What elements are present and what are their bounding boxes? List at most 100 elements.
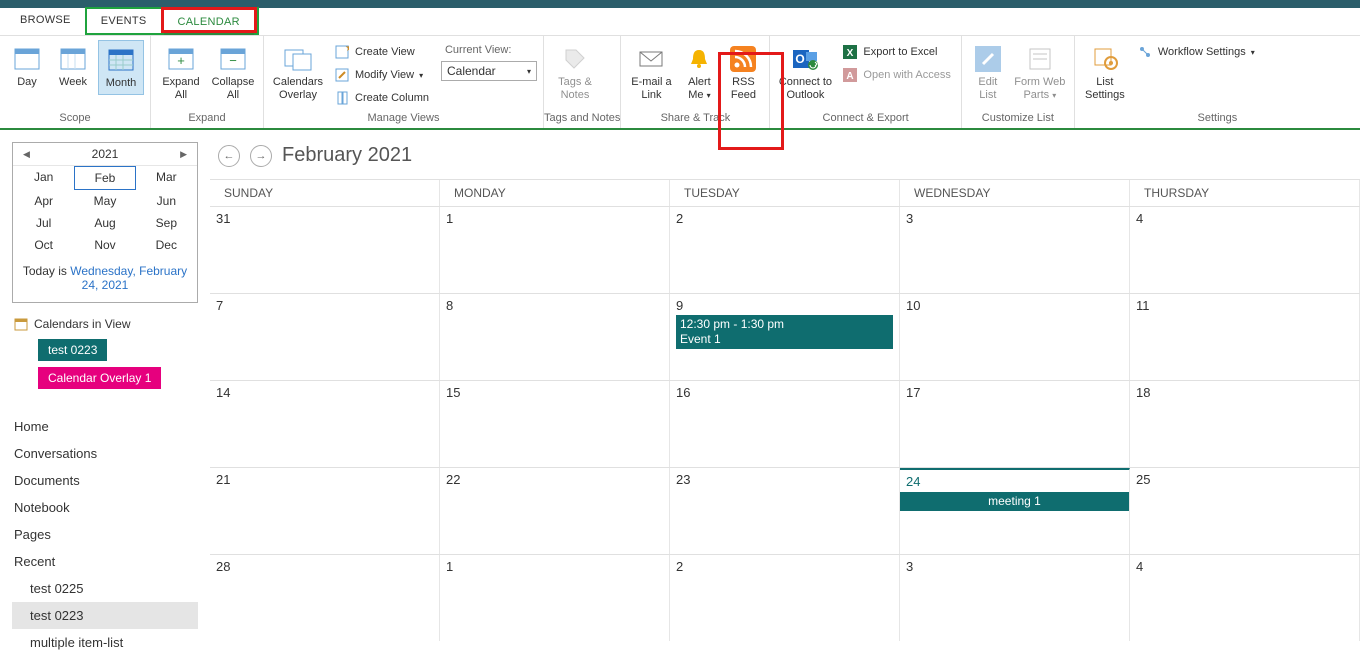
calendar-cell[interactable]: 28 [210,555,440,641]
calendar-cell[interactable]: 25 [1130,468,1360,554]
calendar-cell[interactable]: 24meeting 1 [900,468,1130,554]
month-may[interactable]: May [74,190,135,212]
modify-view[interactable]: Modify View ▾ [330,65,433,85]
calendars-overlay[interactable]: Calendars Overlay [270,40,326,105]
svg-text:★: ★ [345,45,349,54]
edit-list[interactable]: Edit List [968,40,1008,105]
tab-browse[interactable]: BROWSE [6,8,85,35]
month-feb[interactable]: Feb [74,166,135,190]
calendar-cell[interactable]: 18 [1130,381,1360,467]
workflow-settings[interactable]: Workflow Settings ▾ [1133,42,1259,62]
nav-conversations[interactable]: Conversations [12,440,198,467]
group-label-manage: Manage Views [264,110,543,128]
export-excel[interactable]: X Export to Excel [838,42,954,62]
tab-events[interactable]: EVENTS [87,9,161,33]
calendar-cell[interactable]: 2 [670,555,900,641]
calendar-cell[interactable]: 15 [440,381,670,467]
month-oct[interactable]: Oct [13,234,74,256]
month-jun[interactable]: Jun [136,190,197,212]
svg-text:A: A [847,71,854,82]
cal-next[interactable]: → [250,145,272,167]
calendar-cell[interactable]: 22 [440,468,670,554]
calendar-cell[interactable]: 31 [210,207,440,293]
day-number: 8 [446,298,663,313]
nav-sub-item[interactable]: multiple item-list [12,629,198,656]
nav-sub-item[interactable]: test 0223 [12,602,198,629]
month-aug[interactable]: Aug [74,212,135,234]
alert-me[interactable]: Alert Me ▾ [679,40,719,105]
month-mar[interactable]: Mar [136,166,197,190]
calendar-chip-2[interactable]: Calendar Overlay 1 [38,367,161,389]
calendar-cell[interactable]: 4 [1130,207,1360,293]
calendar-event[interactable]: 12:30 pm - 1:30 pmEvent 1 [676,315,893,349]
excel-icon: X [842,44,858,60]
scope-month[interactable]: Month [98,40,144,95]
group-label-tags: Tags and Notes [544,110,620,128]
calendar-cell[interactable]: 23 [670,468,900,554]
calendar-cell[interactable]: 17 [900,381,1130,467]
month-jul[interactable]: Jul [13,212,74,234]
year-label: 2021 [92,147,119,161]
calendar-cell[interactable]: 912:30 pm - 1:30 pmEvent 1 [670,294,900,380]
calendar-cell[interactable]: 11 [1130,294,1360,380]
create-view-icon: ★ [334,44,350,60]
current-view-select[interactable]: Calendar ▾ [441,61,537,81]
day-number: 2 [676,211,893,226]
calendar-cell[interactable]: 14 [210,381,440,467]
day-number: 28 [216,559,433,574]
gear-icon [1090,44,1120,74]
calendar-in-view-icon [14,317,28,331]
day-number: 1 [446,559,663,574]
svg-text:−: − [229,53,237,68]
year-prev[interactable]: ◀ [23,149,30,160]
create-view[interactable]: ★ Create View [330,42,433,62]
year-next[interactable]: ▶ [180,149,187,160]
day-number: 25 [1136,472,1353,487]
nav-pages[interactable]: Pages [12,521,198,548]
calendar-cell[interactable]: 3 [900,207,1130,293]
scope-day[interactable]: Day [6,40,48,93]
calendar-chip-1[interactable]: test 0223 [38,339,107,361]
nav-home[interactable]: Home [12,413,198,440]
cal-prev[interactable]: ← [218,145,240,167]
open-access[interactable]: A Open with Access [838,65,954,85]
month-nov[interactable]: Nov [74,234,135,256]
calendar-cell[interactable]: 1 [440,207,670,293]
overlay-icon [283,44,313,74]
calendar-cell[interactable]: 4 [1130,555,1360,641]
month-jan[interactable]: Jan [13,166,74,190]
nav-notebook[interactable]: Notebook [12,494,198,521]
calendar-cell[interactable]: 1 [440,555,670,641]
scope-week[interactable]: Week [52,40,94,93]
calendar-cell[interactable]: 16 [670,381,900,467]
calendar-week-icon [58,44,88,74]
calendar-cell[interactable]: 10 [900,294,1130,380]
list-settings[interactable]: List Settings [1081,40,1129,105]
email-link[interactable]: E-mail a Link [627,40,675,105]
calendar-cell[interactable]: 3 [900,555,1130,641]
month-apr[interactable]: Apr [13,190,74,212]
connect-to-outlook[interactable]: O Connect to Outlook [776,40,834,105]
nav-recent[interactable]: Recent [12,548,198,575]
tab-calendar[interactable]: CALENDAR [164,10,254,35]
calendar-cell[interactable]: 2 [670,207,900,293]
nav-documents[interactable]: Documents [12,467,198,494]
day-number: 10 [906,298,1123,313]
calendar-cell[interactable]: 7 [210,294,440,380]
group-label-customize: Customize List [962,110,1074,128]
calendar-event-span[interactable]: meeting 1 [900,492,1129,511]
today-link[interactable]: Wednesday, February 24, 2021 [70,264,187,292]
calendar-cell[interactable]: 8 [440,294,670,380]
create-column[interactable]: Create Column [330,88,433,108]
month-sep[interactable]: Sep [136,212,197,234]
rss-feed[interactable]: RSS Feed [723,40,763,105]
collapse-all[interactable]: − Collapse All [209,40,257,105]
form-web-parts[interactable]: Form Web Parts ▾ [1012,40,1068,105]
day-header: TUESDAY [670,180,900,206]
expand-all[interactable]: + Expand All [157,40,205,105]
month-dec[interactable]: Dec [136,234,197,256]
envelope-icon [636,44,666,74]
calendar-cell[interactable]: 21 [210,468,440,554]
tags-notes[interactable]: Tags & Notes [550,40,600,105]
nav-sub-item[interactable]: test 0225 [12,575,198,602]
